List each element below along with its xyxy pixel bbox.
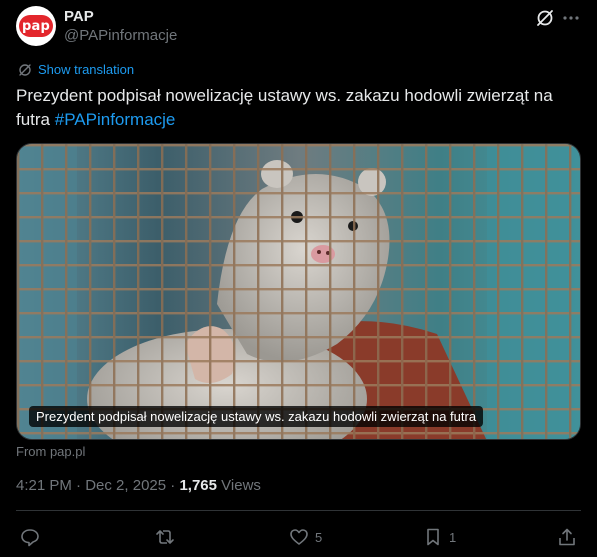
author-name[interactable]: PAP bbox=[64, 8, 94, 25]
reply-icon bbox=[21, 529, 39, 547]
avatar[interactable]: pap bbox=[16, 6, 56, 46]
tweet-date[interactable]: Dec 2, 2025 bbox=[85, 477, 166, 494]
mink-photo bbox=[17, 144, 580, 439]
meta-separator: · bbox=[166, 477, 180, 494]
repost-icon bbox=[156, 530, 174, 544]
show-translation-label: Show translation bbox=[38, 62, 135, 77]
like-button[interactable]: 5 bbox=[289, 523, 322, 551]
author-handle[interactable]: @PAPinformacje bbox=[64, 27, 177, 44]
more-options-icon[interactable] bbox=[561, 8, 581, 28]
translate-icon bbox=[19, 63, 31, 76]
like-count: 5 bbox=[315, 529, 323, 545]
bookmark-button[interactable]: 1 bbox=[423, 523, 456, 551]
tweet-meta: 4:21 PM · Dec 2, 2025 · 1,765 Views bbox=[16, 477, 261, 494]
views-label: Views bbox=[217, 477, 261, 494]
action-bar: 5 1 bbox=[16, 523, 581, 551]
heart-icon bbox=[290, 529, 308, 545]
share-button[interactable] bbox=[557, 523, 577, 551]
show-translation-link[interactable]: Show translation bbox=[18, 62, 134, 77]
meta-separator: · bbox=[71, 477, 86, 494]
media-caption: Prezydent podpisał nowelizację ustawy ws… bbox=[29, 406, 484, 427]
bookmark-icon bbox=[427, 528, 439, 546]
repost-button[interactable] bbox=[155, 523, 175, 551]
share-icon bbox=[559, 528, 575, 546]
tweet-media[interactable]: Prezydent podpisał nowelizację ustawy ws… bbox=[16, 143, 581, 440]
bookmark-count: 1 bbox=[449, 529, 457, 545]
hashtag-link[interactable]: #PAPinformacje bbox=[55, 110, 176, 129]
media-source[interactable]: From pap.pl bbox=[16, 444, 85, 459]
divider bbox=[16, 510, 581, 511]
tweet-header: pap PAP @PAPinformacje bbox=[16, 4, 581, 48]
tweet-text: Prezydent podpisał nowelizację ustawy ws… bbox=[16, 84, 581, 132]
pap-logo: pap bbox=[19, 15, 53, 37]
grok-icon[interactable] bbox=[535, 8, 555, 28]
tweet-time[interactable]: 4:21 PM bbox=[16, 477, 72, 494]
reply-button[interactable] bbox=[20, 523, 40, 551]
views-count: 1,765 bbox=[179, 477, 217, 494]
